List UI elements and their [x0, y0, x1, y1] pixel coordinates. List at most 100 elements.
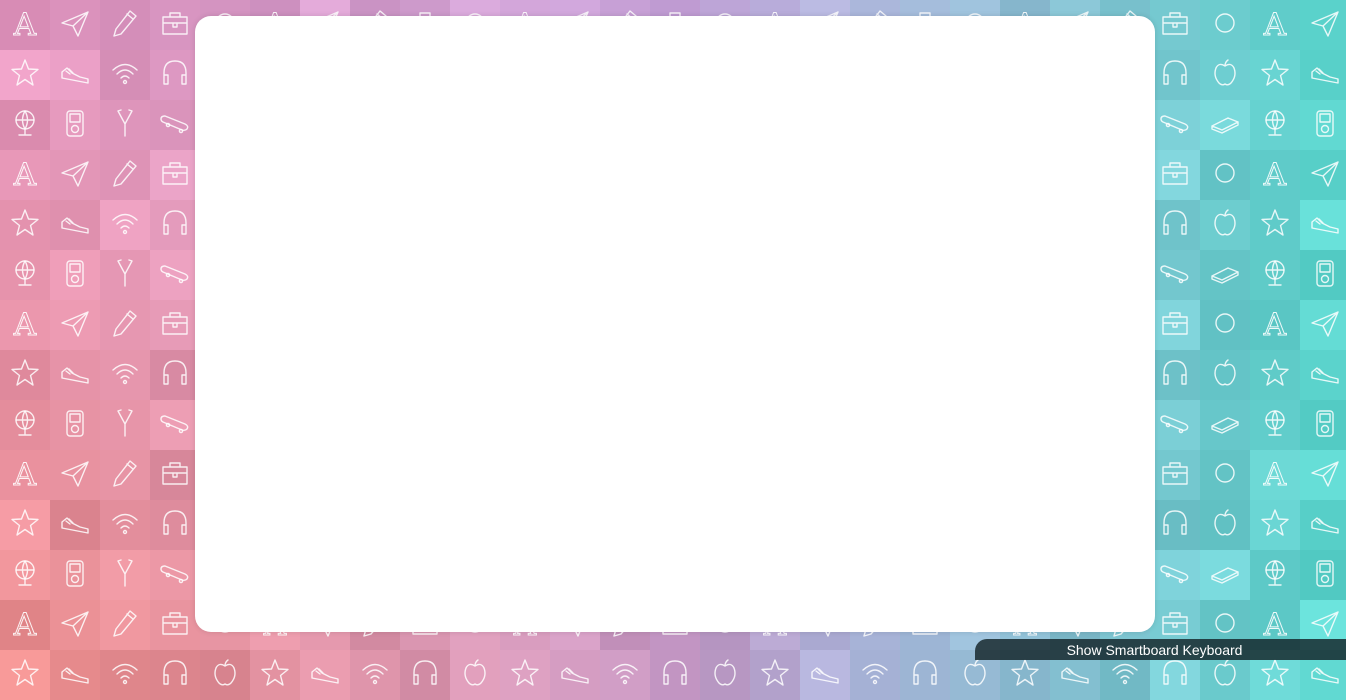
pattern-tile — [100, 400, 150, 450]
pattern-tile — [1250, 200, 1300, 250]
wifi-icon — [858, 656, 892, 695]
pattern-tile — [600, 650, 650, 700]
pattern-tile — [1200, 0, 1250, 50]
skateboard-icon — [1158, 106, 1192, 145]
headphones-icon — [1158, 506, 1192, 545]
pencil-icon — [108, 306, 142, 345]
slingshot-icon — [108, 406, 142, 445]
globe-icon — [8, 256, 42, 295]
pattern-tile: A — [0, 0, 50, 50]
pattern-tile — [50, 550, 100, 600]
pattern-tile — [50, 600, 100, 650]
apple-icon — [708, 656, 742, 695]
apple-icon — [1208, 506, 1242, 545]
skateboard-icon — [1158, 556, 1192, 595]
pattern-tile — [150, 300, 200, 350]
pattern-tile — [0, 350, 50, 400]
pattern-tile — [150, 100, 200, 150]
slingshot-icon — [108, 106, 142, 145]
letter-a-icon: A — [13, 156, 37, 193]
pattern-tile — [1150, 400, 1200, 450]
pattern-tile — [1300, 350, 1346, 400]
apple-icon — [458, 656, 492, 695]
pattern-tile — [150, 500, 200, 550]
wifi-icon — [108, 356, 142, 395]
pattern-tile — [450, 650, 500, 700]
pattern-tile — [0, 400, 50, 450]
pattern-tile — [1150, 350, 1200, 400]
pattern-tile — [1150, 550, 1200, 600]
paper-plane-icon — [1308, 156, 1342, 195]
book-icon — [1208, 256, 1242, 295]
pattern-tile: A — [1250, 150, 1300, 200]
headphones-icon — [158, 206, 192, 245]
pattern-tile — [1300, 0, 1346, 50]
pattern-tile — [750, 650, 800, 700]
music-player-icon — [1308, 406, 1342, 445]
pattern-tile — [1300, 500, 1346, 550]
pattern-tile — [700, 650, 750, 700]
apple-icon — [1208, 206, 1242, 245]
sneaker-icon — [1308, 356, 1342, 395]
paper-plane-icon — [58, 6, 92, 45]
headphones-icon — [408, 656, 442, 695]
headphones-icon — [1158, 56, 1192, 95]
music-player-icon — [1308, 256, 1342, 295]
headphones-icon — [1158, 656, 1192, 695]
pattern-tile — [1150, 250, 1200, 300]
pattern-tile: A — [1250, 450, 1300, 500]
pattern-tile — [0, 650, 50, 700]
globe-icon — [1258, 256, 1292, 295]
paper-plane-icon — [1308, 306, 1342, 345]
skateboard-icon — [1158, 256, 1192, 295]
pattern-tile — [1200, 350, 1250, 400]
pattern-tile — [0, 550, 50, 600]
pattern-tile — [1150, 300, 1200, 350]
pattern-tile — [100, 150, 150, 200]
pattern-tile — [0, 100, 50, 150]
pattern-tile — [50, 200, 100, 250]
star-icon — [8, 206, 42, 245]
sneaker-icon — [308, 656, 342, 695]
sneaker-icon — [1058, 656, 1092, 695]
sneaker-icon — [808, 656, 842, 695]
pattern-tile — [150, 400, 200, 450]
pattern-tile: A — [0, 450, 50, 500]
book-icon — [1208, 406, 1242, 445]
star-icon — [758, 656, 792, 695]
music-player-icon — [58, 556, 92, 595]
pattern-tile — [1300, 450, 1346, 500]
headphones-icon — [1158, 356, 1192, 395]
bag-icon — [158, 456, 192, 495]
apple-icon — [1208, 56, 1242, 95]
star-icon — [8, 506, 42, 545]
pattern-tile — [50, 450, 100, 500]
letter-a-icon: A — [1263, 6, 1287, 43]
sneaker-icon — [1308, 206, 1342, 245]
sneaker-icon — [58, 206, 92, 245]
star-icon — [1258, 656, 1292, 695]
bag-icon — [158, 306, 192, 345]
pattern-tile — [1200, 50, 1250, 100]
pattern-tile — [100, 650, 150, 700]
headphones-icon — [158, 356, 192, 395]
bag-icon — [1158, 456, 1192, 495]
apple-icon — [1208, 356, 1242, 395]
star-icon — [1258, 56, 1292, 95]
headphones-icon — [158, 56, 192, 95]
letter-a-icon: A — [1263, 156, 1287, 193]
book-icon — [1208, 556, 1242, 595]
pattern-tile — [1250, 350, 1300, 400]
sneaker-icon — [1308, 56, 1342, 95]
pattern-tile — [50, 350, 100, 400]
star-icon — [8, 656, 42, 695]
show-smartboard-keyboard-button[interactable]: Show Smartboard Keyboard — [1067, 642, 1243, 658]
pattern-tile — [1150, 0, 1200, 50]
paper-plane-icon — [58, 456, 92, 495]
pattern-tile — [1250, 250, 1300, 300]
paper-plane-icon — [1308, 456, 1342, 495]
pattern-tile: A — [1250, 0, 1300, 50]
pattern-tile — [50, 0, 100, 50]
skateboard-icon — [1158, 406, 1192, 445]
globe-icon — [8, 106, 42, 145]
